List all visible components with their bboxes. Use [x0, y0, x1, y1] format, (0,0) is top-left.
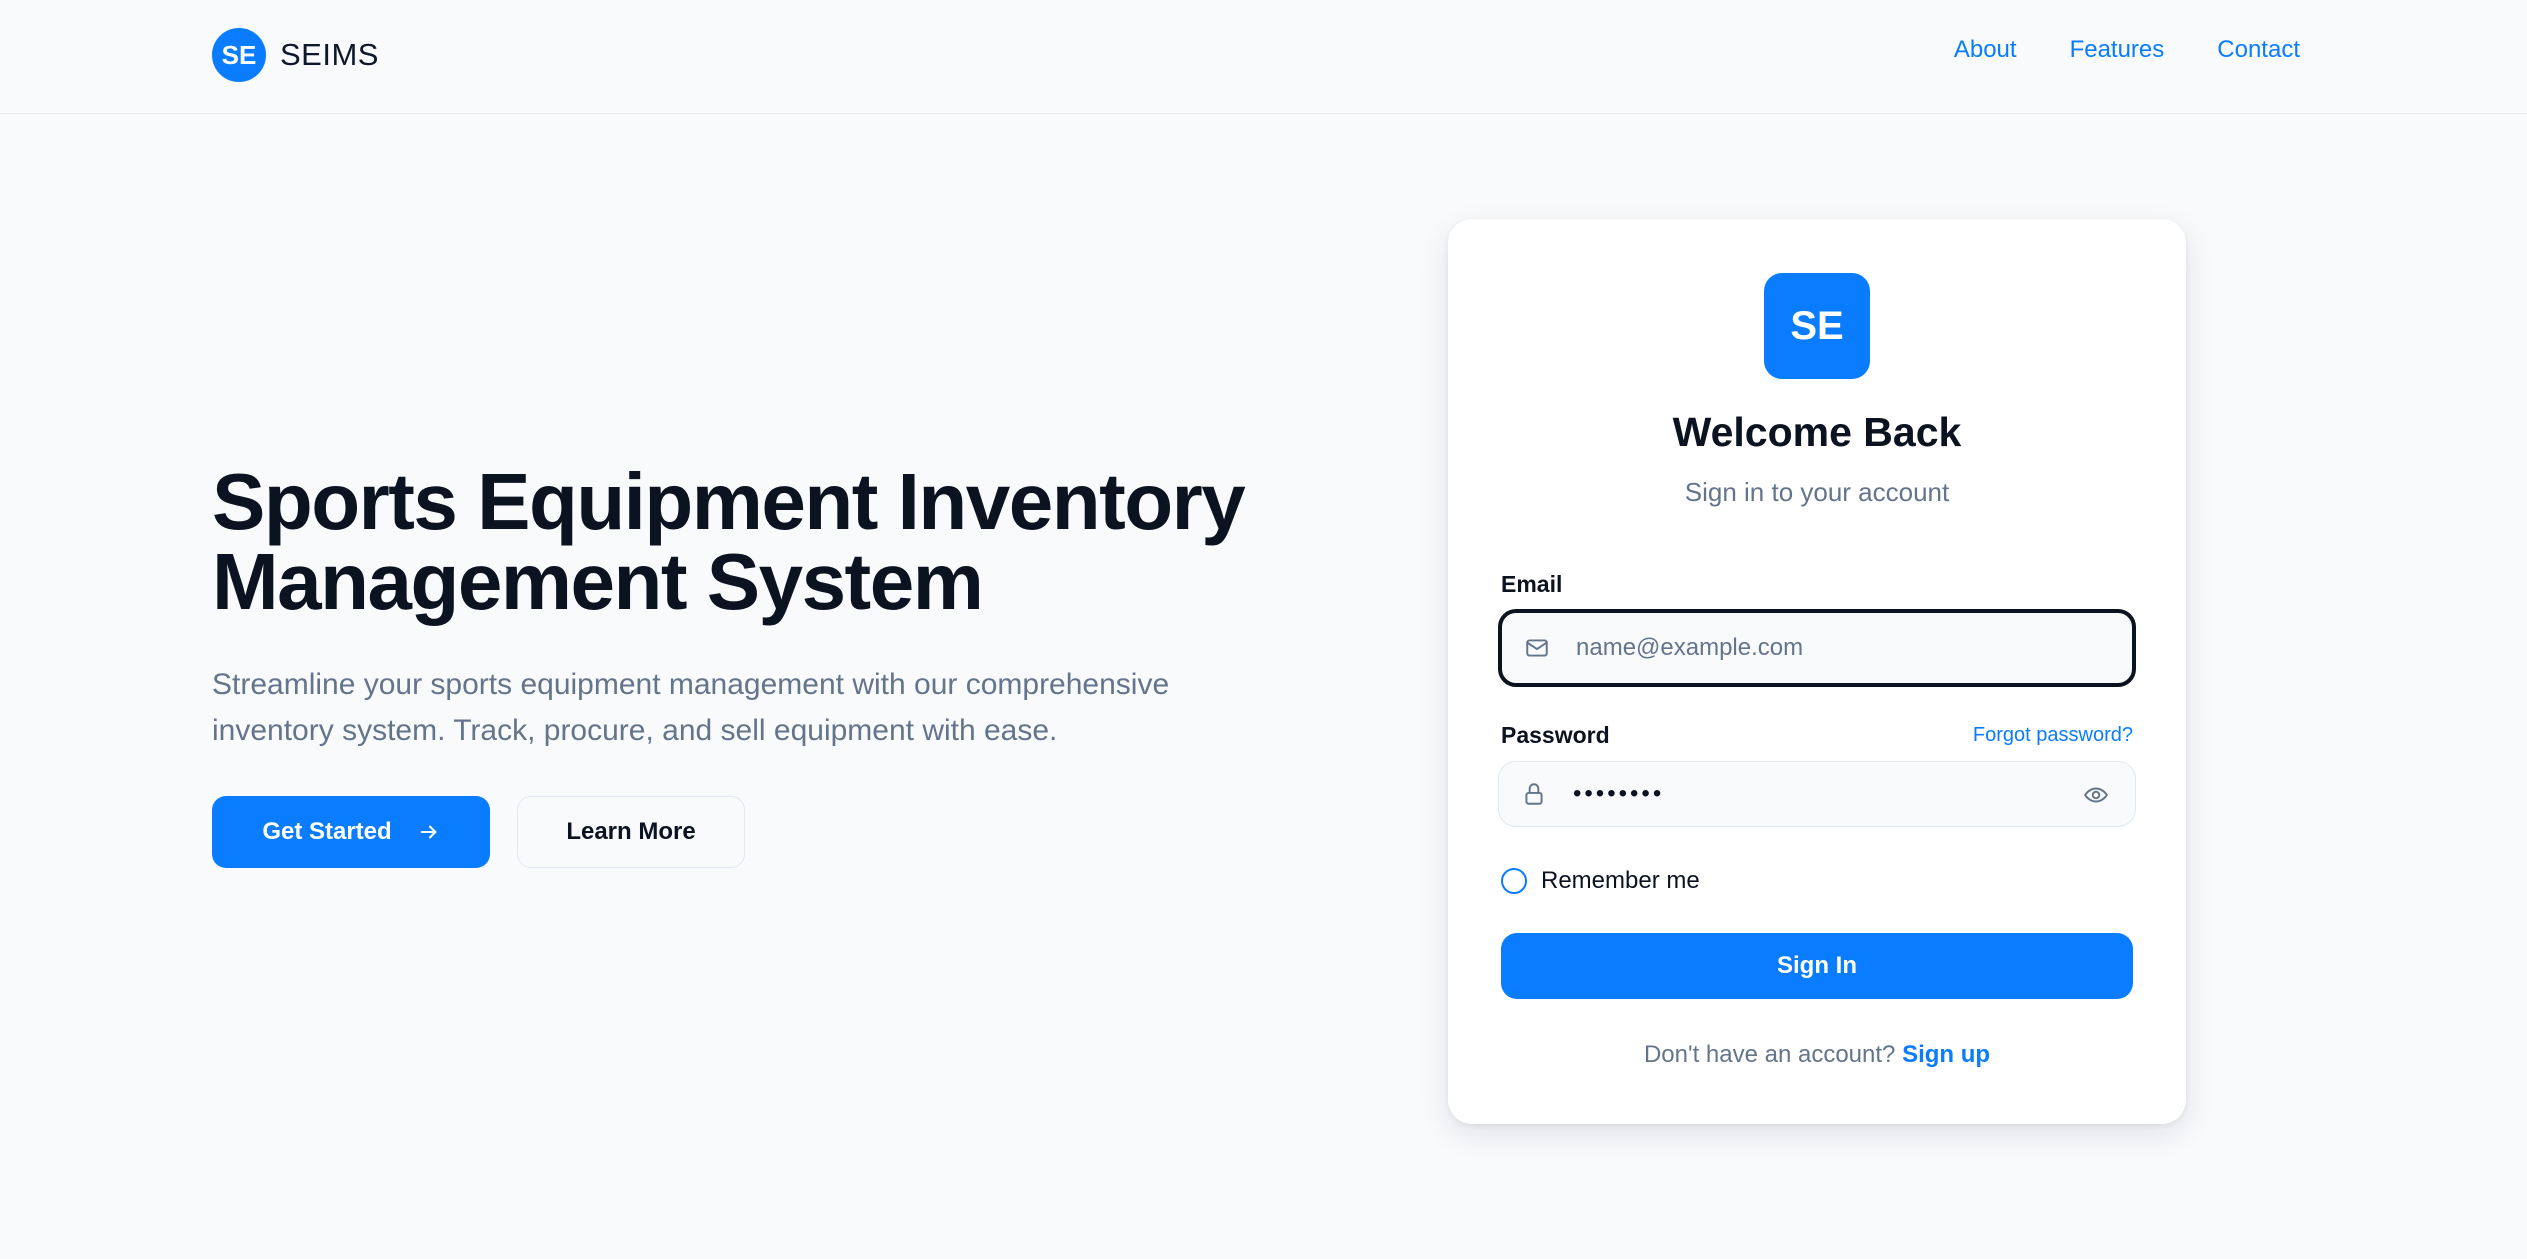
hero-title-line-1: Sports Equipment Inventory	[212, 457, 1246, 546]
remember-me-label[interactable]: Remember me	[1541, 867, 1700, 895]
get-started-label: Get Started	[262, 818, 392, 845]
brand[interactable]: SE SEIMS	[212, 28, 379, 82]
login-card: SE Welcome Back Sign in to your account …	[1448, 219, 2186, 1124]
hero-section: Sports Equipment Inventory Management Sy…	[212, 462, 1312, 868]
hero-actions: Get Started Learn More	[212, 796, 1312, 868]
remember-me-row: Remember me	[1501, 867, 1700, 895]
sign-in-button[interactable]: Sign In	[1501, 933, 2133, 999]
signup-prompt: Don't have an account? Sign up	[1448, 1041, 2186, 1069]
get-started-button[interactable]: Get Started	[212, 796, 490, 868]
email-input[interactable]	[1576, 634, 2132, 662]
nav-link-contact[interactable]: Contact	[2217, 36, 2300, 64]
remember-me-checkbox[interactable]	[1501, 868, 1527, 894]
brand-logo: SE	[212, 28, 266, 82]
brand-name: SEIMS	[280, 37, 379, 72]
login-logo: SE	[1764, 273, 1870, 379]
hero-title: Sports Equipment Inventory Management Sy…	[212, 462, 1312, 622]
password-field[interactable]	[1498, 761, 2136, 827]
password-input[interactable]	[1573, 780, 2135, 808]
arrow-right-icon	[418, 821, 440, 843]
login-title: Welcome Back	[1672, 409, 1962, 455]
nav-links: About Features Contact	[1954, 36, 2300, 64]
sign-up-link[interactable]: Sign up	[1902, 1041, 1990, 1068]
no-account-text: Don't have an account?	[1643, 1041, 1896, 1068]
eye-icon[interactable]	[2083, 782, 2109, 813]
hero-title-line-2: Management System	[212, 537, 984, 626]
nav-link-about[interactable]: About	[1954, 36, 2017, 64]
forgot-password-link[interactable]: Forgot password?	[1973, 724, 2133, 747]
password-label: Password	[1501, 722, 1610, 748]
hero-description: Streamline your sports equipment managem…	[212, 668, 1170, 747]
learn-more-button[interactable]: Learn More	[517, 796, 745, 868]
top-navbar: SE SEIMS About Features Contact	[0, 0, 2527, 114]
email-field[interactable]	[1498, 609, 2136, 687]
nav-link-features[interactable]: Features	[2070, 36, 2165, 64]
mail-icon	[1524, 635, 1556, 661]
email-label: Email	[1501, 571, 1563, 597]
lock-icon	[1521, 781, 1553, 807]
login-subtitle: Sign in to your account	[1684, 477, 1950, 507]
